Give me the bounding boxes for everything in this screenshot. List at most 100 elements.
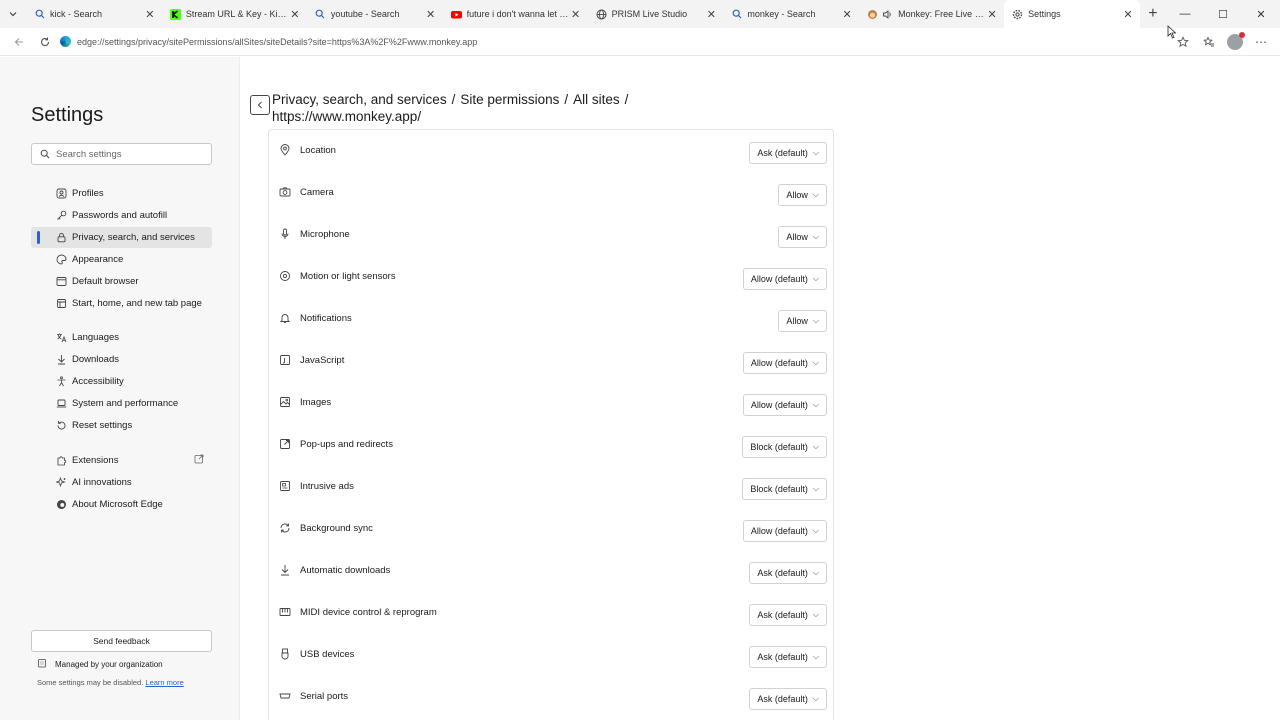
sidebar-item-start-home[interactable]: Start, home, and new tab page <box>31 293 212 314</box>
close-icon[interactable]: ✕ <box>425 8 437 21</box>
sidebar-item-privacy[interactable]: Privacy, search, and services <box>31 227 212 248</box>
sidebar-item-reset[interactable]: Reset settings <box>31 415 212 436</box>
more-menu-button[interactable]: ⋯ <box>1248 30 1274 54</box>
profile-button[interactable] <box>1222 30 1248 54</box>
tab-youtube-search[interactable]: youtube - Search ✕ <box>307 0 443 28</box>
close-icon[interactable]: ✕ <box>986 8 998 21</box>
sidebar-item-downloads[interactable]: Downloads <box>31 349 212 370</box>
maximize-button[interactable]: ☐ <box>1204 0 1242 28</box>
sidebar-item-profiles[interactable]: Profiles <box>31 183 212 204</box>
breadcrumb-all-sites[interactable]: All sites <box>573 92 620 107</box>
tab-kick-dashboard[interactable]: Stream URL & Key - Kick Dashboard ✕ <box>162 0 307 28</box>
tab-monkey-app[interactable]: Monkey: Free Live Video Chat ✕ <box>859 0 1004 28</box>
tab-settings[interactable]: Settings ✕ <box>1004 0 1140 28</box>
tab-kick-search[interactable]: kick - Search ✕ <box>26 0 162 28</box>
sidebar-item-languages[interactable]: Languages <box>31 327 212 348</box>
permission-dropdown-microphone[interactable]: Allow ⌵ <box>778 226 827 248</box>
permission-dropdown-serial-ports[interactable]: Ask (default) ⌵ <box>749 688 827 710</box>
sidebar-item-label: Extensions <box>72 455 119 466</box>
close-icon[interactable]: ✕ <box>1122 8 1134 21</box>
tab-youtube-video[interactable]: future i don't wanna let you go ✕ <box>443 0 588 28</box>
favorites-button[interactable] <box>1196 30 1222 54</box>
chevron-left-icon <box>257 101 262 109</box>
permission-label: MIDI device control & reprogram <box>300 607 437 618</box>
search-icon <box>34 9 45 20</box>
dropdown-value: Ask (default) <box>757 568 808 578</box>
close-icon[interactable]: ✕ <box>144 8 156 21</box>
close-icon[interactable]: ✕ <box>705 8 717 21</box>
youtube-icon <box>450 9 462 20</box>
sidebar-item-default-browser[interactable]: Default browser <box>31 271 212 292</box>
dropdown-value: Block (default) <box>750 442 808 452</box>
sidebar-item-about[interactable]: About Microsoft Edge <box>31 494 212 515</box>
permission-dropdown-motion-sensors[interactable]: Allow (default) ⌵ <box>742 268 827 290</box>
permission-label: Microphone <box>300 229 350 240</box>
back-to-all-sites-button[interactable] <box>250 95 270 115</box>
close-icon[interactable]: ✕ <box>841 8 853 21</box>
tab-prism-live-studio[interactable]: PRISM Live Studio ✕ <box>588 0 724 28</box>
dropdown-value: Allow (default) <box>750 400 808 410</box>
permission-dropdown-images[interactable]: Allow (default) ⌵ <box>742 394 827 416</box>
learn-more-link[interactable]: Learn more <box>145 678 183 687</box>
breadcrumb-separator: / <box>564 92 569 107</box>
close-window-button[interactable]: ✕ <box>1242 0 1280 28</box>
tab-actions-menu-button[interactable] <box>0 0 26 28</box>
permission-row-microphone: Microphone Allow ⌵ <box>269 214 833 256</box>
permission-dropdown-popups[interactable]: Block (default) ⌵ <box>742 436 827 458</box>
sidebar-item-accessibility[interactable]: Accessibility <box>31 371 212 392</box>
tab-monkey-search[interactable]: monkey - Search ✕ <box>723 0 859 28</box>
dropdown-value: Ask (default) <box>757 610 808 620</box>
speaker-icon[interactable] <box>882 9 893 20</box>
serial-port-icon <box>279 690 291 702</box>
permission-dropdown-midi[interactable]: Ask (default) ⌵ <box>749 604 827 626</box>
refresh-button[interactable] <box>32 30 58 54</box>
permission-dropdown-location[interactable]: Ask (default) ⌵ <box>749 142 827 164</box>
sidebar-item-label: Appearance <box>72 254 124 265</box>
search-input[interactable] <box>56 148 206 160</box>
chevron-down-icon: ⌵ <box>812 610 819 619</box>
permission-dropdown-usb[interactable]: Ask (default) ⌵ <box>749 646 827 668</box>
new-tab-button[interactable]: + <box>1140 0 1166 28</box>
breadcrumb-privacy[interactable]: Privacy, search, and services <box>272 92 447 107</box>
sidebar-item-extensions[interactable]: Extensions <box>31 450 212 471</box>
window-controls: — ☐ ✕ <box>1166 0 1280 28</box>
sidebar-item-system[interactable]: System and performance <box>31 393 212 414</box>
tab-title: monkey - Search <box>747 9 816 19</box>
midi-icon <box>279 606 291 618</box>
breadcrumb: Privacy, search, and services / Site permi… <box>272 91 712 125</box>
permission-dropdown-background-sync[interactable]: Allow (default) ⌵ <box>742 520 827 542</box>
permission-label: Images <box>300 397 332 408</box>
address-bar[interactable]: edge://settings/privacy/sitePermissions/… <box>60 31 1162 53</box>
sidebar-item-passwords[interactable]: Passwords and autofill <box>31 205 212 226</box>
ads-icon <box>279 480 291 492</box>
breadcrumb-site-permissions[interactable]: Site permissions <box>460 92 559 107</box>
javascript-icon <box>279 354 291 366</box>
close-icon[interactable]: ✕ <box>289 8 301 21</box>
permission-dropdown-automatic-downloads[interactable]: Ask (default) ⌵ <box>749 562 827 584</box>
permission-row-midi: MIDI device control & reprogram Ask (def… <box>269 592 833 634</box>
dropdown-value: Allow <box>786 232 808 242</box>
sparkle-icon <box>55 477 67 489</box>
sidebar-item-label: Accessibility <box>72 376 124 387</box>
permission-dropdown-notifications[interactable]: Allow ⌵ <box>778 310 827 332</box>
disabled-note-text: Some settings may be disabled. <box>37 678 144 687</box>
dropdown-value: Ask (default) <box>757 652 808 662</box>
breadcrumb-separator: / <box>451 92 456 107</box>
minimize-button[interactable]: — <box>1166 0 1204 28</box>
browser-toolbar: edge://settings/privacy/sitePermissions/… <box>0 28 1280 56</box>
monkey-icon <box>867 9 878 20</box>
permission-row-motion-sensors: Motion or light sensors Allow (default) ⌵ <box>269 256 833 298</box>
sidebar-item-appearance[interactable]: Appearance <box>31 249 212 270</box>
send-feedback-button[interactable]: Send feedback <box>31 630 212 652</box>
permission-dropdown-javascript[interactable]: Allow (default) ⌵ <box>742 352 827 374</box>
sidebar-item-ai-innovations[interactable]: AI innovations <box>31 472 212 493</box>
permission-dropdown-camera[interactable]: Allow ⌵ <box>778 184 827 206</box>
chevron-down-icon: ⌵ <box>812 568 819 577</box>
permission-label: Notifications <box>300 313 352 324</box>
permission-dropdown-intrusive-ads[interactable]: Block (default) ⌵ <box>742 478 827 500</box>
managed-notice: Managed by your organization <box>37 658 163 670</box>
close-icon[interactable]: ✕ <box>570 8 582 21</box>
dropdown-value: Ask (default) <box>757 148 808 158</box>
back-button[interactable] <box>6 30 32 54</box>
search-settings-box[interactable] <box>31 143 212 165</box>
